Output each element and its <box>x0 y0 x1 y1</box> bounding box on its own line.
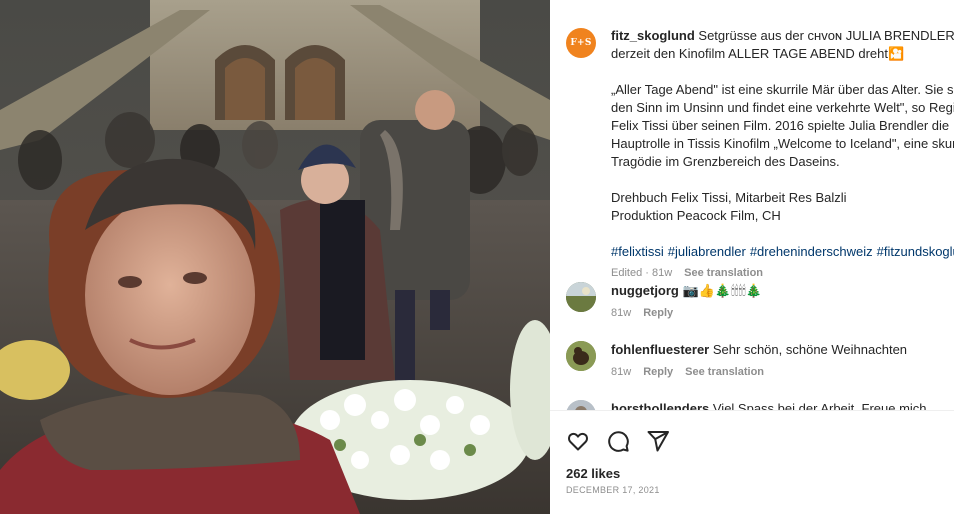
comment-icon[interactable] <box>606 429 630 453</box>
post-photo[interactable] <box>0 0 550 514</box>
comment-age: 81w <box>611 366 632 378</box>
comment-text: 📷👍🎄🕯🕯🕯🕯🎄 <box>682 283 763 298</box>
hashtag-link[interactable]: #felixtissi <box>611 244 664 259</box>
caption-line: Setgrüsse aus der ᴄʜᴠᴏɴ JULIA BRENDLER, … <box>698 28 954 43</box>
actions-divider <box>550 410 954 411</box>
comment-username[interactable]: fohlenfluesterer <box>611 342 709 357</box>
comment-username[interactable]: horsthollenders <box>611 401 709 410</box>
hashtag-link[interactable]: #fitzundskoglund <box>877 244 954 259</box>
author-avatar[interactable]: F+S <box>566 28 596 58</box>
caption-line: Produktion Peacock Film, CH <box>611 208 781 223</box>
caption-line: den Sinn im Unsinn und findet eine verke… <box>611 100 954 115</box>
commenter-avatar[interactable] <box>566 400 596 410</box>
landscape-photo-icon <box>566 282 596 312</box>
post-side-panel: F+S fitz_skoglund Setgrüsse aus der ᴄʜᴠᴏ… <box>550 0 954 514</box>
photo-illustration <box>0 0 550 514</box>
comment-item: fohlenfluesterer Sehr schön, schöne Weih… <box>611 341 951 378</box>
post-caption: fitz_skoglund Setgrüsse aus der ᴄʜᴠᴏɴ JU… <box>611 27 954 282</box>
reply-button[interactable]: Reply <box>643 366 673 378</box>
post-date: DECEMBER 17, 2021 <box>566 485 660 495</box>
caption-edited: Edited · 81w <box>611 267 673 279</box>
caption-line: „Aller Tage Abend" ist eine skurrile Mär… <box>611 82 954 97</box>
caption-line: Felix Tissi über seinen Film. 2016 spiel… <box>611 118 950 133</box>
comment-item: nuggetjorg 📷👍🎄🕯🕯🕯🕯🎄 81w Reply <box>611 282 951 319</box>
comment-username[interactable]: nuggetjorg <box>611 283 679 298</box>
commenter-avatar[interactable] <box>566 341 596 371</box>
comment-age: 81w <box>611 307 632 319</box>
caption-meta: Edited · 81w See translation <box>611 264 954 282</box>
share-icon[interactable] <box>646 429 670 453</box>
see-translation-link[interactable]: See translation <box>684 267 763 279</box>
comment-item: horsthollenders Viel Spass bei der Arbei… <box>611 400 951 410</box>
reply-button[interactable]: Reply <box>643 307 673 319</box>
horse-photo-icon <box>566 341 596 371</box>
caption-line: derzeit den Kinofilm ALLER TAGE ABEND dr… <box>611 46 905 61</box>
caption-username[interactable]: fitz_skoglund <box>611 28 695 43</box>
comments-scroll-area[interactable]: F+S fitz_skoglund Setgrüsse aus der ᴄʜᴠᴏ… <box>550 0 954 410</box>
person-photo-icon <box>566 400 596 410</box>
caption-line: Hauptrolle in Tissis Kinofilm „Welcome t… <box>611 136 954 151</box>
hashtag-link[interactable]: #juliabrendler <box>668 244 746 259</box>
hashtag-link[interactable]: #dreheninderschweiz <box>750 244 873 259</box>
post-actions <box>566 429 670 453</box>
likes-count[interactable]: 262 likes <box>566 466 620 481</box>
caption-line: Drehbuch Felix Tissi, Mitarbeit Res Balz… <box>611 190 847 205</box>
author-avatar-label: F+S <box>570 38 592 48</box>
caption-hashtags: #felixtissi #juliabrendler #drehenindersch… <box>611 243 954 261</box>
caption-line: Tragödie im Grenzbereich des Daseins. <box>611 154 840 169</box>
see-translation-link[interactable]: See translation <box>685 366 764 378</box>
commenter-avatar[interactable] <box>566 282 596 312</box>
caption-line <box>611 171 954 189</box>
caption-line <box>611 63 954 81</box>
comment-text: Sehr schön, schöne Weihnachten <box>712 342 908 357</box>
heart-icon[interactable] <box>566 429 590 453</box>
